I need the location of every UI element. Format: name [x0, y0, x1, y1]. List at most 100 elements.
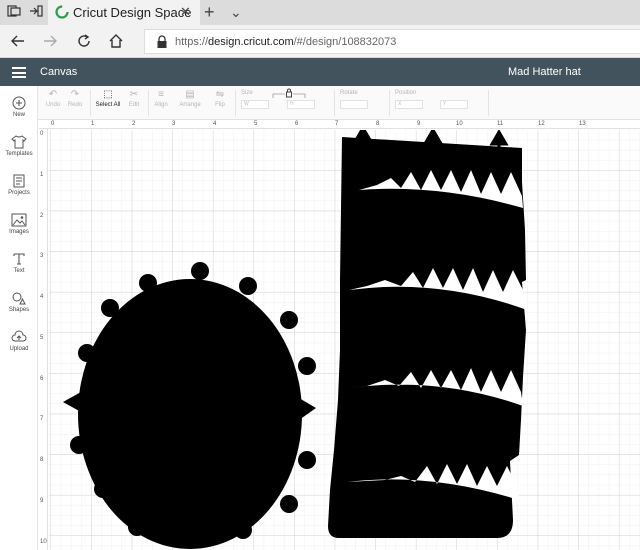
- position-label: Position: [395, 90, 417, 96]
- align-label: Align: [154, 102, 168, 108]
- tab-actions-icon[interactable]: [6, 5, 22, 19]
- undo-icon: ↶: [48, 89, 58, 100]
- address-bar[interactable]: https://design.cricut.com/#/design/10883…: [144, 29, 640, 54]
- images-button[interactable]: Images: [0, 213, 38, 236]
- ruler-top-label: 13: [579, 121, 586, 127]
- toolbar-divider: [148, 90, 149, 116]
- ruler-left-label: 10: [40, 539, 47, 545]
- ruler-left-label: 1: [40, 172, 44, 178]
- projects-label: Projects: [8, 190, 30, 196]
- flip-button[interactable]: ⇋ Flip: [210, 89, 230, 109]
- toolbar-divider: [235, 90, 236, 116]
- select-all-button[interactable]: ⬚ Select All: [95, 89, 121, 109]
- position-y-field[interactable]: Y: [440, 100, 468, 109]
- text-icon: [13, 253, 25, 265]
- browser-tab[interactable]: Cricut Design Space ✕: [48, 0, 200, 25]
- position-x-label: X: [398, 101, 402, 107]
- project-name[interactable]: Mad Hatter hat: [508, 65, 581, 79]
- ruler-top-label: 12: [538, 121, 545, 127]
- edit-scissors-icon: ✂: [129, 89, 139, 100]
- redo-label: Redo: [67, 102, 83, 108]
- ruler-top-label: 6: [295, 121, 299, 127]
- shapes-button[interactable]: Shapes: [0, 291, 38, 314]
- rotate-field[interactable]: [340, 100, 368, 109]
- text-button[interactable]: Text: [0, 252, 38, 275]
- ruler-top-label: 3: [172, 121, 176, 127]
- design-canvas[interactable]: 0 1 2 3 4 5 6 7 8 9 10 11 12 13 0 1 2 3 …: [39, 120, 640, 550]
- image-icon: [11, 213, 27, 227]
- forward-button[interactable]: [40, 31, 60, 51]
- ruler-left-label: 0: [40, 131, 44, 137]
- size-w-label: W: [244, 101, 249, 107]
- ruler-left-label: 4: [40, 294, 44, 300]
- projects-icon: [13, 174, 25, 188]
- upload-cloud-icon: [11, 330, 27, 342]
- ruler-top-label: 11: [497, 121, 504, 127]
- lock-icon: [157, 35, 167, 48]
- ruler-top-label: 0: [51, 121, 55, 127]
- size-height-field[interactable]: H: [287, 100, 315, 109]
- ruler-top-label: 9: [417, 121, 421, 127]
- tab-list-chevron-icon[interactable]: ⌄: [230, 2, 242, 22]
- ruler-left-label: 7: [40, 416, 44, 422]
- text-label: Text: [13, 268, 25, 274]
- refresh-button[interactable]: [74, 31, 94, 51]
- ruler-top-label: 1: [91, 121, 95, 127]
- url-text: https://design.cricut.com/#/design/10883…: [175, 35, 396, 49]
- ruler-top-label: 8: [376, 121, 380, 127]
- shapes-icon: [12, 292, 26, 305]
- undo-button[interactable]: ↶ Undo: [44, 89, 62, 109]
- size-label: Size: [241, 90, 253, 96]
- position-y-label: Y: [443, 101, 447, 107]
- ruler-left-label: 5: [40, 335, 44, 341]
- projects-button[interactable]: Projects: [0, 174, 38, 197]
- toolbar-divider: [90, 90, 91, 116]
- images-label: Images: [9, 229, 29, 235]
- hat-body-shape[interactable]: [328, 130, 527, 538]
- ruler-left-label: 3: [40, 253, 44, 259]
- size-lock-icon[interactable]: [271, 88, 307, 100]
- browser-nav-bar: https://design.cricut.com/#/design/10883…: [0, 25, 640, 58]
- ruler-left-label: 8: [40, 457, 44, 463]
- align-button[interactable]: ≡ Align: [152, 89, 170, 109]
- select-all-icon: ⬚: [103, 89, 113, 100]
- ruler-left: 0 1 2 3 4 5 6 7 8 9 10: [39, 129, 48, 550]
- home-button[interactable]: [106, 31, 126, 51]
- ruler-top-label: 4: [213, 121, 217, 127]
- upload-label: Upload: [9, 346, 29, 352]
- back-button[interactable]: [8, 31, 28, 51]
- ruler-top-label: 7: [335, 121, 339, 127]
- app-header: Canvas Mad Hatter hat: [0, 58, 640, 86]
- position-x-field[interactable]: X: [395, 100, 423, 109]
- undo-label: Undo: [45, 102, 61, 108]
- edit-label: Edit: [128, 102, 140, 108]
- ruler-left-label: 6: [40, 376, 44, 382]
- cricut-favicon-icon: [55, 5, 69, 19]
- size-h-label: H: [290, 101, 294, 107]
- redo-icon: ↷: [70, 89, 80, 100]
- tab-close-button[interactable]: ✕: [180, 4, 191, 19]
- canvas-grid: [49, 130, 640, 550]
- browser-tab-strip: Cricut Design Space ✕ + ⌄: [0, 0, 640, 25]
- edit-toolbar: ↶ Undo ↷ Redo ⬚ Select All ✂ Edit ≡ Align ▤ Ar…: [0, 86, 640, 120]
- redo-button[interactable]: ↷ Redo: [66, 89, 84, 109]
- rotate-label: Rotate: [340, 90, 358, 96]
- edit-button[interactable]: ✂ Edit: [124, 89, 144, 109]
- new-button[interactable]: New: [0, 96, 38, 119]
- toolbar-divider: [334, 90, 335, 116]
- tab-title: Cricut Design Space: [73, 5, 192, 20]
- left-tool-panel: New Templates Projects Images Text Shape…: [0, 86, 38, 550]
- size-width-field[interactable]: W: [241, 100, 269, 109]
- templates-button[interactable]: Templates: [0, 135, 38, 158]
- shapes-label: Shapes: [8, 307, 30, 313]
- upload-button[interactable]: Upload: [0, 330, 38, 353]
- new-label: New: [12, 112, 25, 118]
- new-tab-button[interactable]: +: [204, 2, 215, 22]
- arrange-button[interactable]: ▤ Arrange: [176, 89, 204, 109]
- arrange-label: Arrange: [179, 102, 201, 108]
- menu-hamburger-icon[interactable]: [12, 67, 26, 78]
- set-aside-tabs-icon[interactable]: [28, 5, 44, 19]
- url-path: /#/design/108832073: [293, 36, 397, 48]
- flip-label: Flip: [215, 102, 225, 108]
- ruler-left-label: 2: [40, 213, 44, 219]
